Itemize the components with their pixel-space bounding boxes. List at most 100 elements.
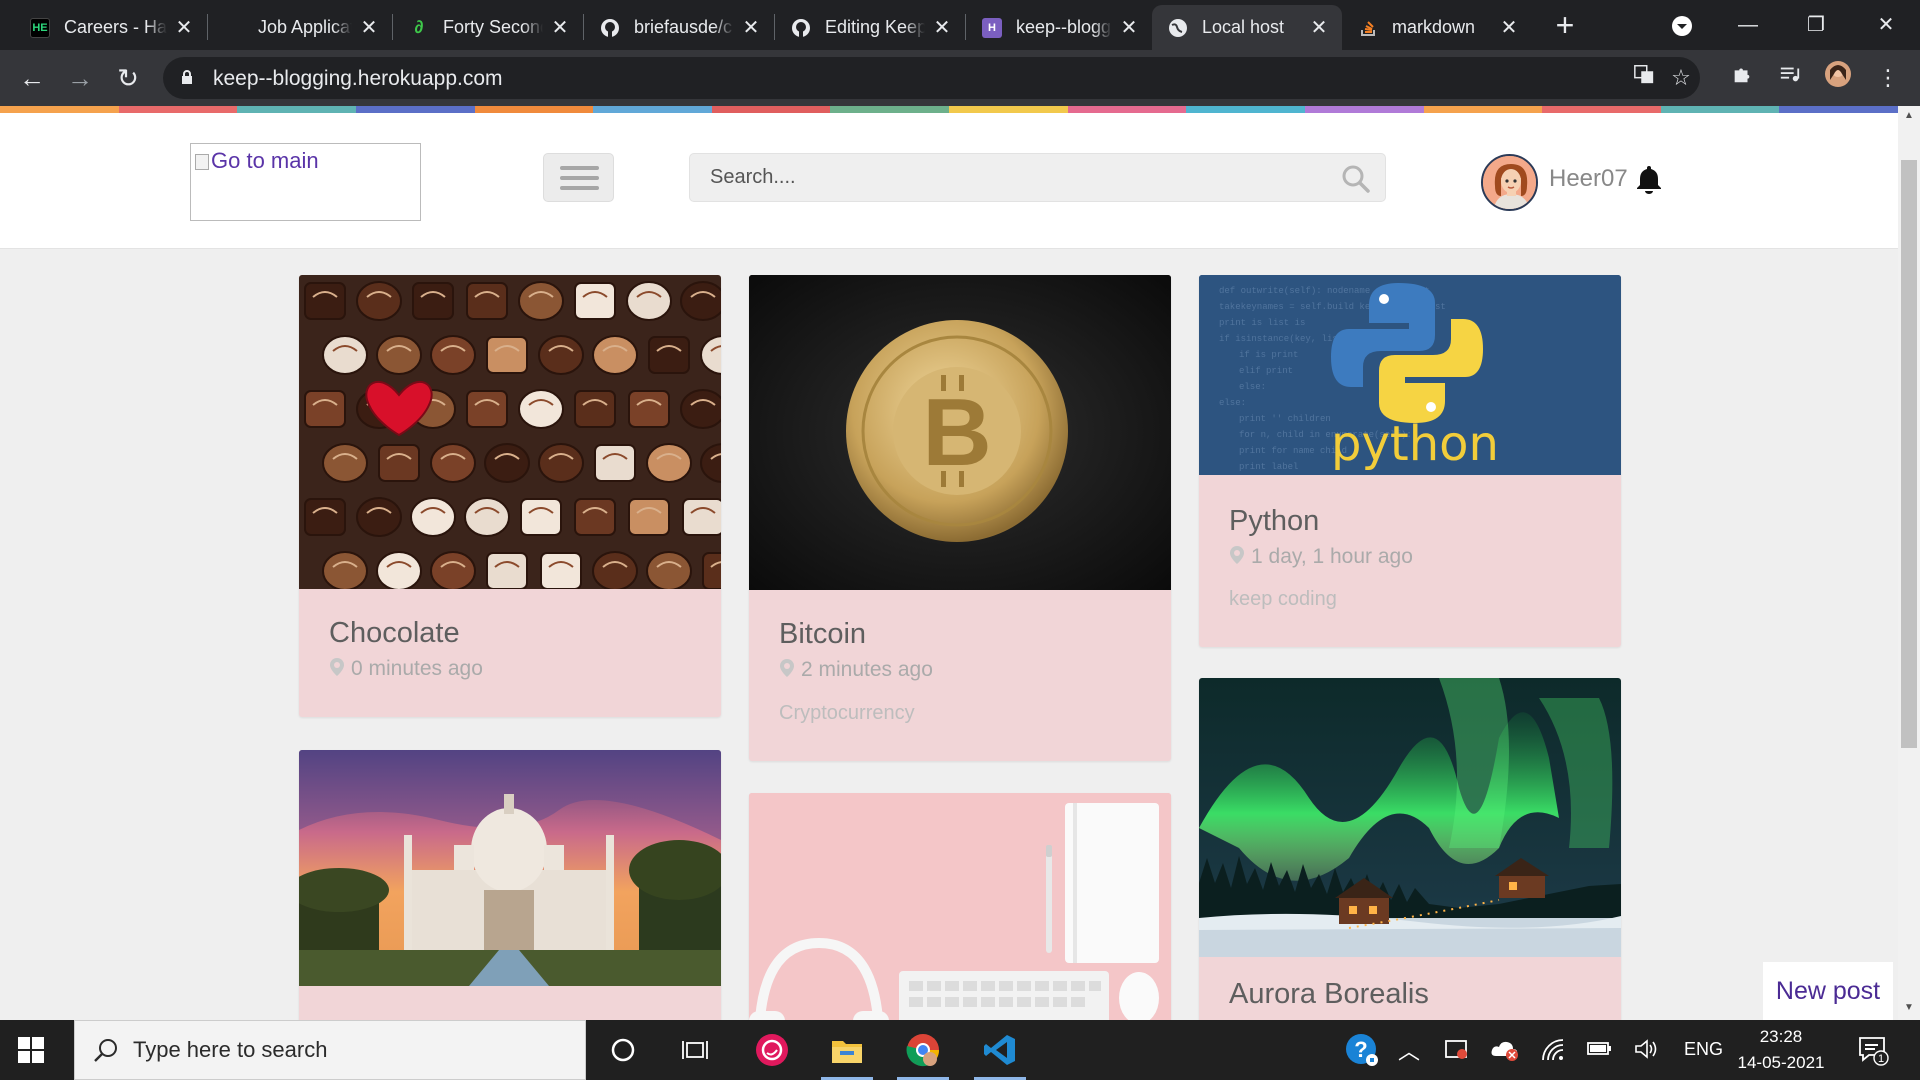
- task-view-icon[interactable]: [675, 1030, 715, 1070]
- tab-forty-seconds[interactable]: ∂ Forty Second ✕: [393, 5, 583, 50]
- tab-title: briefausde/c: [634, 17, 733, 37]
- search-icon: [94, 1039, 117, 1062]
- cortana-icon[interactable]: [603, 1030, 643, 1070]
- close-window-icon[interactable]: ✕: [1866, 8, 1906, 42]
- onedrive-error-icon[interactable]: [1490, 1038, 1520, 1067]
- file-explorer-icon[interactable]: [821, 1030, 873, 1080]
- translate-icon[interactable]: [1626, 60, 1662, 96]
- action-center-icon[interactable]: 1: [1857, 1034, 1889, 1071]
- post-title: Chocolate: [329, 617, 460, 649]
- post-card[interactable]: def outwrite(self): nodename = self.get …: [1199, 275, 1621, 647]
- media-queue-icon[interactable]: [1772, 60, 1808, 96]
- reload-icon[interactable]: ↻: [110, 60, 146, 96]
- tab-title: Local host: [1202, 17, 1285, 37]
- help-icon[interactable]: ?: [1344, 1032, 1380, 1073]
- device-status-icon[interactable]: [1444, 1038, 1470, 1067]
- new-post-button[interactable]: New post: [1763, 962, 1893, 1020]
- post-card[interactable]: Aurora Borealis: [1199, 678, 1621, 1020]
- scroll-down-arrow-icon[interactable]: ▼: [1903, 1002, 1915, 1014]
- taskbar-search-box[interactable]: Type here to search: [74, 1020, 586, 1080]
- battery-icon[interactable]: [1586, 1038, 1614, 1063]
- screen: HE Careers - Ha ✕ Job Applicat ✕ ∂ Forty…: [0, 0, 1920, 1080]
- stripe-segment: [1779, 106, 1898, 113]
- windows-taskbar: Type here to search ? ︿ ENG 23:28 14-05-…: [0, 1020, 1920, 1080]
- svg-text:else:: else:: [1239, 382, 1266, 392]
- tab-search-button[interactable]: [1662, 8, 1702, 42]
- stripe-segment: [1423, 106, 1543, 113]
- post-title: Python: [1229, 505, 1320, 537]
- stripe-segment: [711, 106, 831, 113]
- vscode-icon[interactable]: [974, 1030, 1026, 1080]
- close-icon[interactable]: ✕: [1118, 17, 1140, 39]
- back-arrow-icon[interactable]: ←: [14, 60, 50, 96]
- volume-icon[interactable]: [1634, 1038, 1660, 1065]
- close-icon[interactable]: ✕: [740, 17, 762, 39]
- scroll-up-arrow-icon[interactable]: ▲: [1903, 110, 1915, 122]
- post-description: Cryptocurrency: [779, 702, 915, 724]
- stripe-segment: [118, 106, 238, 113]
- tab-title: markdown: [1392, 17, 1476, 37]
- tab-careers[interactable]: HE Careers - Ha ✕: [14, 5, 207, 50]
- search-input[interactable]: [690, 154, 1330, 201]
- extensions-icon[interactable]: [1724, 60, 1760, 96]
- logo-link[interactable]: Go to main: [190, 143, 421, 221]
- close-icon[interactable]: ✕: [1498, 17, 1520, 39]
- tab-local-host[interactable]: Local host ✕: [1152, 5, 1342, 50]
- post-card[interactable]: [749, 793, 1171, 1020]
- stripe-segment: [830, 106, 949, 113]
- close-icon[interactable]: ✕: [549, 17, 571, 39]
- svg-text:print label: print label: [1239, 462, 1298, 472]
- windows-start-icon[interactable]: [18, 1037, 44, 1063]
- post-card[interactable]: B Bitcoin 2 minutes ago Cryptocurrency: [749, 275, 1171, 761]
- system-clock[interactable]: 23:28 14-05-2021: [1736, 1024, 1826, 1076]
- post-title: Bitcoin: [779, 618, 867, 650]
- username[interactable]: Heer07: [1549, 165, 1628, 193]
- post-time-text: 2 minutes ago: [801, 658, 933, 681]
- close-icon[interactable]: ✕: [358, 17, 380, 39]
- browser-menu-icon[interactable]: ⋮: [1870, 60, 1906, 96]
- site-header: Go to main Heer07: [0, 113, 1898, 249]
- post-time: 2 minutes ago: [779, 658, 933, 682]
- post-image-taj-mahal: [299, 750, 721, 986]
- clock-date: 14-05-2021: [1737, 1053, 1825, 1072]
- close-icon[interactable]: ✕: [173, 17, 195, 39]
- scrollbar-thumb[interactable]: [1901, 160, 1917, 748]
- tab-title: Careers - Ha: [64, 17, 167, 37]
- post-card[interactable]: [299, 750, 721, 1020]
- hamburger-menu-button[interactable]: [543, 153, 614, 202]
- post-card[interactable]: Chocolate 0 minutes ago: [299, 275, 721, 717]
- post-image-bitcoin: B: [749, 275, 1171, 590]
- browser-tab-strip: HE Careers - Ha ✕ Job Applicat ✕ ∂ Forty…: [0, 0, 1920, 50]
- forward-arrow-icon[interactable]: →: [62, 60, 98, 96]
- minimize-icon[interactable]: —: [1728, 8, 1768, 42]
- tab-github-briefausde[interactable]: briefausde/c ✕: [584, 5, 774, 50]
- taskbar-search-placeholder: Type here to search: [133, 1037, 328, 1062]
- profile-avatar-icon[interactable]: [1820, 60, 1856, 96]
- opera-icon[interactable]: [752, 1030, 792, 1070]
- close-icon[interactable]: ✕: [1308, 17, 1330, 39]
- post-time-text: 0 minutes ago: [351, 657, 483, 680]
- language-indicator[interactable]: ENG: [1684, 1039, 1723, 1060]
- show-hidden-icons-chevron-icon[interactable]: ︿: [1398, 1034, 1420, 1066]
- tab-keep-blogging[interactable]: H keep--blogg ✕: [966, 5, 1152, 50]
- address-bar[interactable]: keep--blogging.herokuapp.com ☆: [163, 57, 1700, 99]
- tab-markdown[interactable]: markdown ✕: [1342, 5, 1532, 50]
- tab-github-editing[interactable]: Editing Keep ✕: [775, 5, 965, 50]
- search-icon[interactable]: [1341, 164, 1371, 194]
- logo-alt-text: Go to main: [211, 148, 319, 173]
- menu-bar: [560, 186, 599, 190]
- notification-bell-icon[interactable]: [1636, 164, 1662, 194]
- close-icon[interactable]: ✕: [931, 17, 953, 39]
- svg-text:if is print: if is print: [1239, 350, 1298, 360]
- vertical-scrollbar[interactable]: ▲ ▼: [1898, 106, 1920, 1020]
- chrome-icon[interactable]: [897, 1030, 949, 1080]
- tab-job-application[interactable]: Job Applicat ✕: [208, 5, 392, 50]
- stripe-segment: [1186, 106, 1305, 113]
- location-pin-icon: [1230, 546, 1244, 564]
- stripe-segment: [1304, 106, 1424, 113]
- restore-icon[interactable]: ❐: [1796, 8, 1836, 42]
- new-tab-button[interactable]: +: [1548, 9, 1582, 43]
- user-avatar[interactable]: [1481, 154, 1538, 211]
- bookmark-star-icon[interactable]: ☆: [1663, 60, 1699, 96]
- wifi-icon[interactable]: [1541, 1038, 1565, 1067]
